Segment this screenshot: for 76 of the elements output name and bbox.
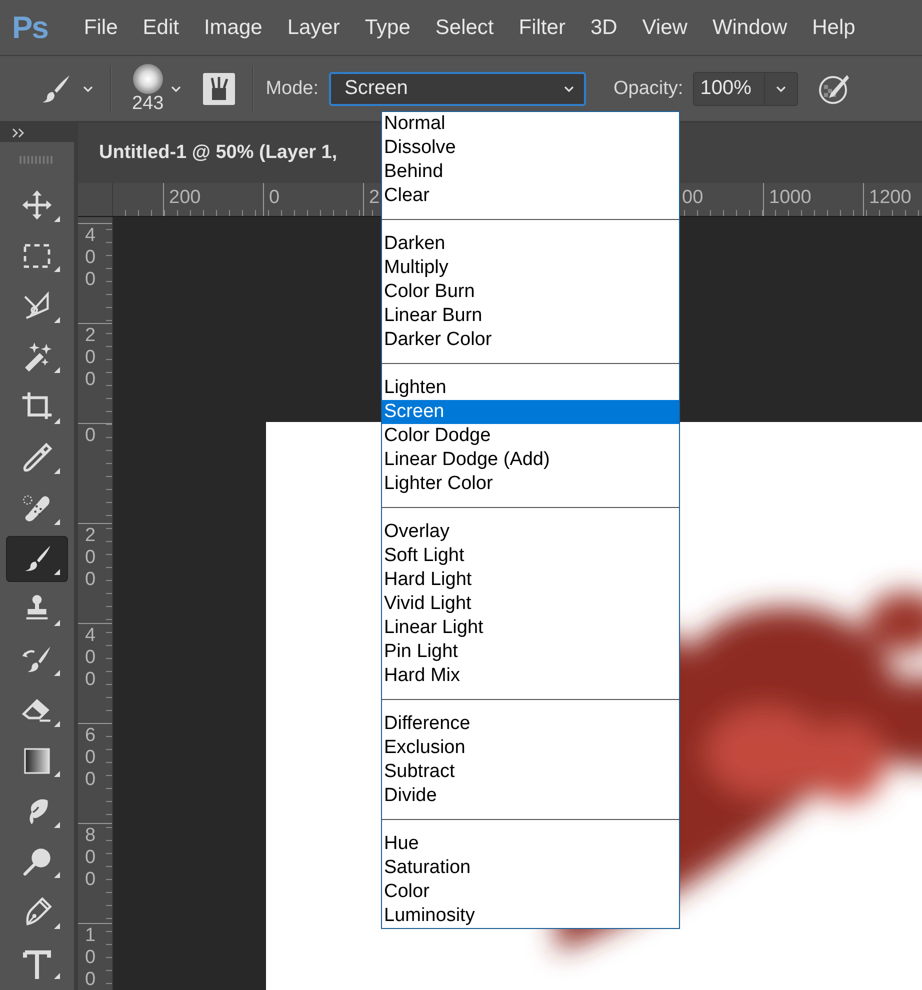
blend-mode-option[interactable]: Color: [382, 880, 679, 904]
brushes-icon: [202, 72, 236, 106]
blend-mode-option[interactable]: Vivid Light: [382, 592, 679, 616]
opacity-label: Opacity:: [614, 78, 684, 100]
blend-mode-option[interactable]: Screen: [382, 400, 679, 424]
ruler-label: 0: [269, 187, 280, 209]
blend-mode-option[interactable]: Hard Light: [382, 568, 679, 592]
chevron-down-icon: [82, 84, 94, 94]
ruler-label: 2: [369, 187, 380, 209]
blend-mode-option[interactable]: Color Dodge: [382, 424, 679, 448]
blend-mode-option[interactable]: Multiply: [382, 256, 679, 280]
blend-mode-option[interactable]: Behind: [382, 160, 679, 184]
ruler-label: 200: [85, 525, 97, 591]
document-tab[interactable]: Untitled-1 @ 50% (Layer 1,: [99, 142, 338, 164]
blend-mode-option[interactable]: Lighten: [382, 376, 679, 400]
menu-item[interactable]: Select: [423, 8, 506, 48]
blend-mode-option[interactable]: Difference: [382, 712, 679, 736]
blend-mode-option[interactable]: Exclusion: [382, 736, 679, 760]
airbrush-button[interactable]: [818, 72, 850, 104]
collapse-icon[interactable]: [12, 128, 26, 138]
menu-item[interactable]: Layer: [275, 8, 352, 48]
brush-tool[interactable]: [6, 536, 68, 582]
ruler-label: 600: [85, 725, 97, 791]
mode-dropdown[interactable]: Screen: [328, 72, 586, 106]
blend-mode-option[interactable]: Lighter Color: [382, 472, 679, 496]
blend-mode-option[interactable]: Hard Mix: [382, 664, 679, 688]
brush-tip-icon: [132, 64, 163, 94]
blend-mode-option[interactable]: Divide: [382, 784, 679, 808]
eyedropper-icon: [21, 442, 53, 474]
chevron-down-icon: [170, 84, 182, 94]
ruler-label: 00: [682, 187, 704, 209]
ruler-label: 100: [85, 925, 97, 990]
ruler-label: 0: [85, 425, 97, 447]
airbrush-icon: [818, 72, 850, 104]
blend-mode-option[interactable]: Soft Light: [382, 544, 679, 568]
brush-settings-button[interactable]: [202, 72, 236, 106]
blend-mode-option[interactable]: Linear Burn: [382, 304, 679, 328]
blend-mode-option[interactable]: Saturation: [382, 856, 679, 880]
opacity-field[interactable]: 100%: [693, 72, 766, 106]
move-icon: [21, 189, 53, 222]
menu-item[interactable]: File: [72, 8, 130, 48]
blend-mode-option[interactable]: Luminosity: [382, 904, 679, 928]
menu-item[interactable]: Image: [192, 8, 274, 48]
ruler-label: 1200: [869, 187, 912, 209]
blend-mode-option[interactable]: Linear Dodge (Add): [382, 448, 679, 472]
mode-label: Mode:: [266, 78, 319, 100]
menu-item[interactable]: Edit: [130, 8, 191, 48]
ruler-label: 1000: [769, 187, 812, 209]
blend-mode-option[interactable]: Normal: [382, 112, 679, 136]
chevron-down-icon: [562, 84, 576, 94]
menu-item[interactable]: Window: [700, 8, 800, 48]
ruler-label: 800: [85, 825, 97, 891]
blend-mode-option[interactable]: Subtract: [382, 760, 679, 784]
chevron-down-icon: [775, 84, 788, 94]
blend-mode-option[interactable]: Pin Light: [382, 640, 679, 664]
blend-mode-option[interactable]: Darken: [382, 232, 679, 256]
menu-item[interactable]: 3D: [578, 8, 630, 48]
panel-grip-icon[interactable]: [19, 156, 55, 164]
menu-item[interactable]: View: [630, 8, 700, 48]
blend-mode-option[interactable]: Overlay: [382, 520, 679, 544]
ruler-label: 200: [169, 187, 201, 209]
blend-mode-option[interactable]: Dissolve: [382, 136, 679, 160]
brush-size-picker[interactable]: 243: [132, 64, 182, 114]
dodge-icon: [21, 846, 53, 878]
blend-mode-option[interactable]: Darker Color: [382, 328, 679, 352]
blend-mode-option[interactable]: Hue: [382, 832, 679, 856]
ruler-label: 400: [85, 225, 97, 291]
blend-mode-option[interactable]: Clear: [382, 184, 679, 208]
blend-mode-option[interactable]: Linear Light: [382, 616, 679, 640]
menu-item[interactable]: Type: [352, 8, 422, 48]
menu-item[interactable]: Filter: [506, 8, 578, 48]
menu-item[interactable]: Help: [800, 8, 868, 48]
app-logo: Ps: [12, 10, 48, 46]
blend-mode-option[interactable]: Color Burn: [382, 280, 679, 304]
ruler-label: 400: [85, 625, 97, 691]
ruler-label: 200: [85, 325, 97, 391]
